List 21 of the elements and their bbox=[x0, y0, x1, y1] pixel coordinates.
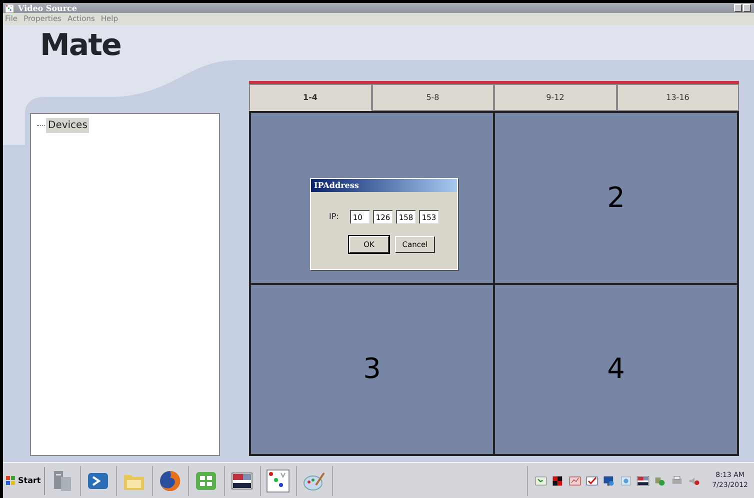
tree-item[interactable]: Devices bbox=[46, 118, 90, 133]
tab[interactable]: 13-16 bbox=[616, 84, 739, 111]
minimize-button[interactable] bbox=[734, 4, 742, 12]
dialog-title: IPAddress bbox=[311, 179, 457, 192]
tab[interactable]: 9-12 bbox=[494, 84, 616, 111]
chart-icon bbox=[568, 474, 582, 488]
app-icon bbox=[5, 4, 14, 12]
window-title: Video Source bbox=[18, 2, 78, 14]
monitor-icon bbox=[602, 474, 616, 488]
logo: Mate bbox=[39, 27, 122, 65]
tree-line bbox=[37, 125, 45, 126]
video-cell: 4 bbox=[494, 284, 738, 455]
check-icon bbox=[585, 474, 600, 488]
maximize-button[interactable] bbox=[743, 4, 751, 12]
video-cell: 2 bbox=[494, 112, 738, 284]
network-icon bbox=[534, 474, 548, 488]
video-cell: 3 bbox=[250, 284, 494, 455]
tab[interactable]: 1-4 bbox=[249, 84, 372, 111]
tab[interactable]: 5-8 bbox=[372, 84, 494, 111]
field-label: IP: bbox=[329, 211, 339, 223]
start-button[interactable]: Start bbox=[3, 466, 45, 494]
